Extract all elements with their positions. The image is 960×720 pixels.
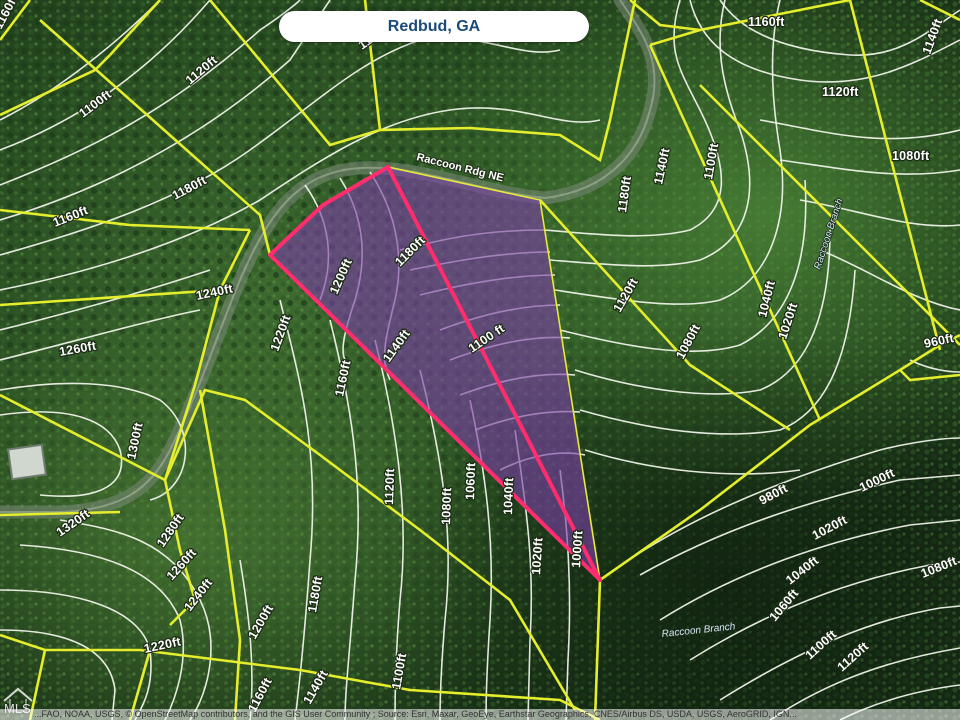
contour-label: 1160ft: [748, 15, 785, 29]
contour-label: 1020ft: [529, 536, 546, 575]
contour-label: 1040ft: [501, 477, 516, 515]
contour-label: 1000ft: [569, 529, 586, 568]
location-title: Redbud, GA: [279, 11, 589, 42]
contour-label: 1080ft: [439, 487, 454, 525]
contour-label: 1060ft: [463, 462, 478, 500]
map-attribution[interactable]: ...FAO, NOAA, USGS, © OpenStreetMap cont…: [0, 709, 960, 720]
map-view[interactable]: Raccoon Rdg NE Raccoon Branch Raccoon Br…: [0, 0, 960, 720]
satellite-map[interactable]: Raccoon Rdg NE Raccoon Branch Raccoon Br…: [0, 0, 960, 720]
building: [6, 443, 48, 481]
contour-label: 1120ft: [822, 85, 859, 99]
contour-label: 1080ft: [892, 149, 930, 163]
contour-label: 1120ft: [382, 467, 397, 505]
